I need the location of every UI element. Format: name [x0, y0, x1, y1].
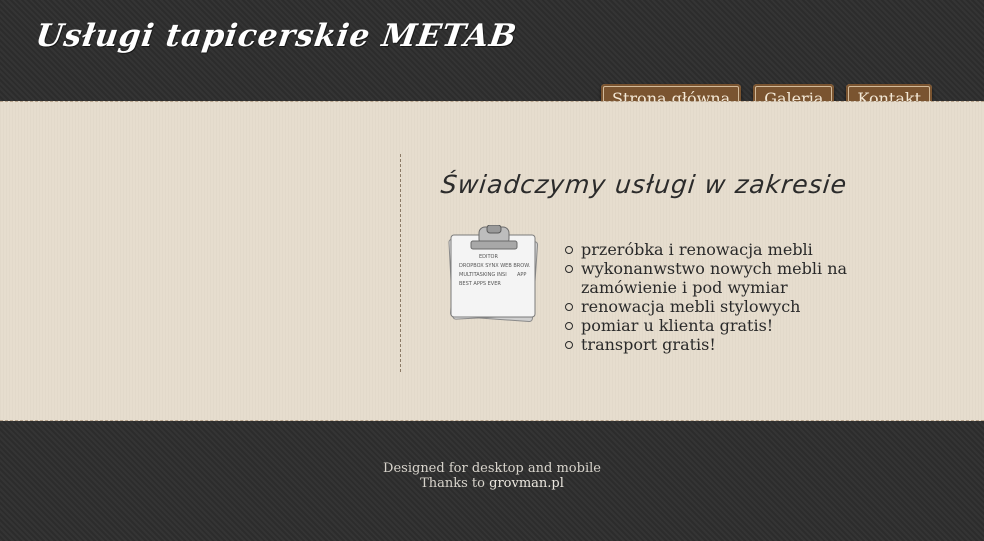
header: Usługi tapicerskie METAB Strona główna G…: [0, 0, 984, 116]
list-item: przeróbka i renowacja mebli: [565, 240, 865, 259]
services-heading: Świadczymy usługi w zakresie: [439, 170, 849, 199]
list-item: transport gratis!: [565, 335, 865, 354]
clipboard-text-3: MULTITASKING INSI: [459, 272, 507, 278]
list-item: wykonanwstwo nowych mebli na zamówienie …: [565, 259, 865, 297]
site-title[interactable]: Usługi tapicerskie METAB: [33, 18, 519, 54]
list-item: renowacja mebli stylowych: [565, 297, 865, 316]
footer: Designed for desktop and mobile Thanks t…: [0, 421, 984, 541]
list-item: pomiar u klienta gratis!: [565, 316, 865, 335]
clipboard-text-1: EDITOR: [479, 254, 498, 260]
clipboard-text-5: BEST APPS EVER: [459, 281, 501, 287]
main-content: Świadczymy usługi w zakresie EDITOR DROP…: [0, 101, 984, 421]
footer-thanks: Thanks to grovman.pl: [0, 476, 984, 491]
footer-credit-link[interactable]: grovman.pl: [489, 476, 564, 491]
clipboard-icon: EDITOR DROPBOX SYNX WEB BROW. MULTITASKI…: [445, 224, 545, 325]
clipboard-text-4: APP: [517, 272, 526, 278]
footer-designed-text: Designed for desktop and mobile: [383, 461, 601, 476]
vertical-divider: [400, 154, 401, 372]
clipboard-text-2: DROPBOX SYNX WEB BROW.: [459, 263, 531, 269]
services-list: przeróbka i renowacja mebli wykonanwstwo…: [565, 240, 865, 354]
footer-thanks-prefix: Thanks to: [420, 476, 485, 491]
